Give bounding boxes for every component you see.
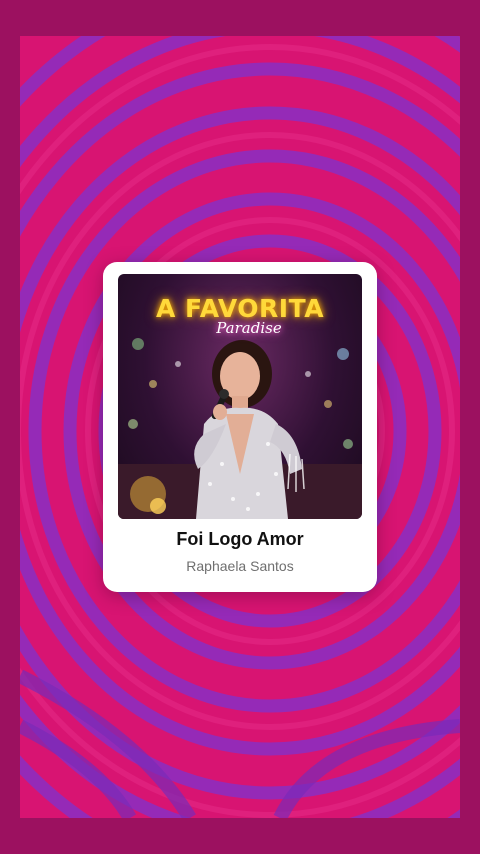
story-frame: A FAVORITA Paradise Foi Logo Amor Raphae… <box>20 36 460 818</box>
song-card[interactable]: A FAVORITA Paradise Foi Logo Amor Raphae… <box>103 262 377 592</box>
album-artwork: A FAVORITA Paradise <box>118 274 362 519</box>
artist-name: Raphaela Santos <box>186 558 294 574</box>
song-title: Foi Logo Amor <box>176 529 304 549</box>
artwork-subtitle: Paradise <box>216 319 282 337</box>
